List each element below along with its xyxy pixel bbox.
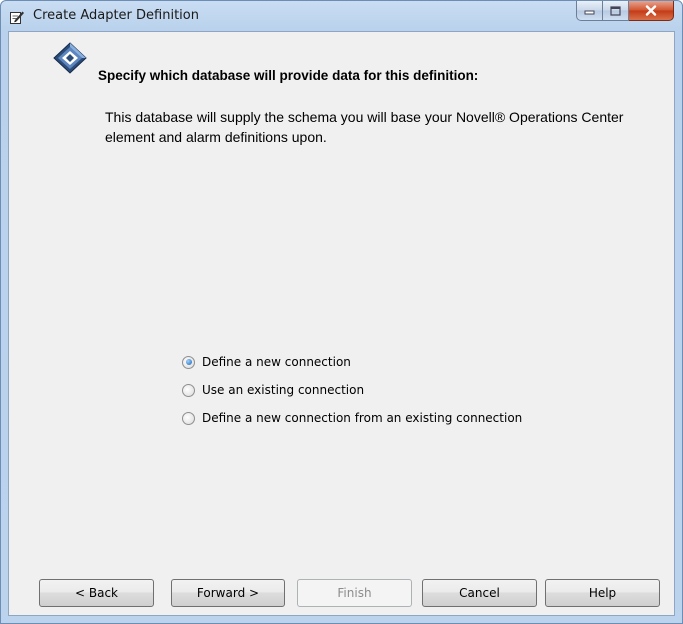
minimize-button[interactable]	[576, 1, 603, 21]
close-icon	[645, 5, 657, 16]
connection-options: Define a new connection Use an existing …	[176, 348, 522, 432]
window-title: Create Adapter Definition	[33, 8, 199, 23]
radio-button[interactable]	[182, 411, 195, 425]
radio-button[interactable]	[182, 383, 195, 397]
novell-diamond-logo-icon	[53, 42, 87, 74]
dialog-window: Create Adapter Definition Specify which …	[0, 0, 683, 624]
wizard-panel: Specify which database will provide data…	[8, 31, 675, 616]
radio-button-selected[interactable]	[182, 355, 195, 369]
back-button[interactable]: < Back	[39, 579, 154, 607]
option-use-existing-connection[interactable]: Use an existing connection	[176, 376, 522, 404]
edit-document-icon	[10, 11, 24, 24]
forward-button[interactable]: Forward >	[171, 579, 285, 607]
maximize-icon	[610, 5, 621, 16]
option-define-new-connection[interactable]: Define a new connection	[176, 348, 522, 376]
page-heading: Specify which database will provide data…	[98, 68, 479, 83]
option-label: Define a new connection from an existing…	[202, 411, 523, 425]
radio-selected-dot	[185, 359, 192, 365]
option-label: Define a new connection	[202, 355, 351, 369]
minimize-icon	[584, 10, 595, 15]
close-button[interactable]	[629, 1, 674, 21]
page-description: This database will supply the schema you…	[105, 109, 624, 145]
caption-buttons	[576, 1, 674, 21]
maximize-button[interactable]	[603, 1, 629, 21]
help-button[interactable]: Help	[545, 579, 660, 607]
option-new-from-existing-connection[interactable]: Define a new connection from an existing…	[176, 404, 522, 432]
title-bar[interactable]: Create Adapter Definition	[1, 1, 682, 31]
finish-button[interactable]: Finish	[297, 579, 412, 607]
option-label: Use an existing connection	[202, 383, 365, 397]
cancel-button[interactable]: Cancel	[422, 579, 537, 607]
